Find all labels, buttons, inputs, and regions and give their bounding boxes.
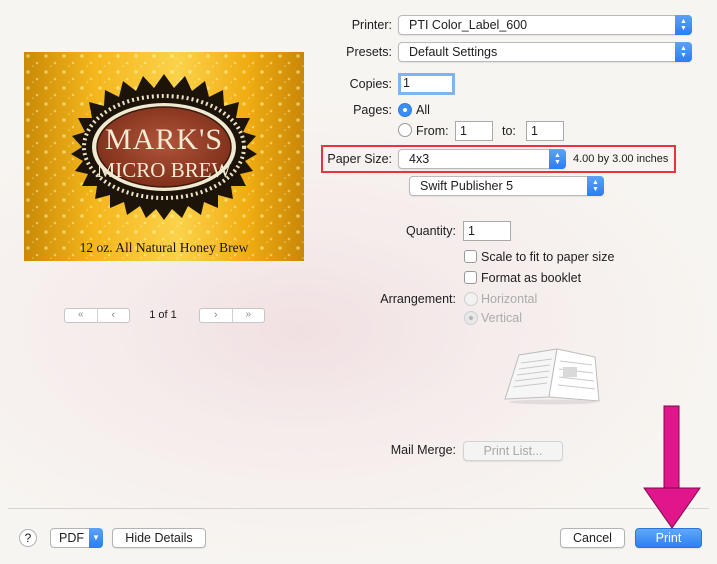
print-button[interactable]: Print (635, 528, 702, 548)
label-preview: MARK'S MICRO BREW 12 oz. All Natural Hon… (24, 52, 304, 261)
mail-merge-label: Mail Merge: (390, 443, 456, 457)
hide-details-button[interactable]: Hide Details (112, 528, 206, 548)
chevron-updown-icon: ▲ ▼ (675, 42, 692, 62)
scale-to-fit-checkbox[interactable] (464, 250, 477, 263)
format-booklet-label: Format as booklet (481, 271, 582, 285)
quantity-label: Quantity: (405, 224, 456, 238)
pages-to-label: to: (502, 124, 516, 138)
beer-label-graphic: MARK'S MICRO BREW 12 oz. All Natural Hon… (24, 52, 304, 261)
pdf-menu-button[interactable]: PDF ▼ (50, 528, 103, 548)
next-page-button[interactable]: › (200, 309, 233, 322)
previous-page-button[interactable]: ‹ (98, 309, 130, 322)
print-list-button[interactable]: Print List... (463, 441, 563, 461)
arrangement-vertical-radio[interactable] (464, 311, 478, 325)
presets-select[interactable]: Default Settings ▲ ▼ (398, 42, 692, 62)
scale-to-fit-label: Scale to fit to paper size (481, 250, 615, 264)
help-button[interactable]: ? (19, 529, 37, 547)
label-title-line1: MARK'S (105, 123, 223, 156)
pages-label: Pages: (353, 103, 392, 117)
printer-select[interactable]: PTI Color_Label_600 ▲ ▼ (398, 15, 692, 35)
cancel-button[interactable]: Cancel (560, 528, 625, 548)
annotation-arrow-icon (640, 404, 704, 530)
pages-from-input[interactable]: 1 (455, 121, 493, 141)
pages-all-label: All (416, 103, 430, 117)
first-page-button[interactable]: « (65, 309, 98, 322)
arrangement-horizontal-label: Horizontal (481, 292, 538, 306)
pages-range-radio[interactable] (398, 123, 412, 137)
chevron-down-icon: ▼ (89, 528, 103, 548)
chevron-updown-icon: ▲ ▼ (675, 15, 692, 35)
printer-label: Printer: (351, 18, 392, 32)
copies-input[interactable]: 1 (398, 73, 455, 95)
label-title-line2: MICRO BREW (97, 158, 232, 182)
copies-label: Copies: (349, 77, 392, 91)
presets-value: Default Settings (409, 45, 498, 59)
preview-nav-left: « ‹ (64, 308, 130, 323)
paper-size-select[interactable]: 4x3 ▲ ▼ (398, 149, 566, 169)
chevron-updown-icon: ▲ ▼ (587, 176, 604, 196)
app-panel-value: Swift Publisher 5 (420, 179, 514, 193)
presets-label: Presets: (346, 45, 392, 59)
pages-from-label: From: (416, 124, 449, 138)
app-panel-select[interactable]: Swift Publisher 5 ▲ ▼ (409, 176, 604, 196)
footer-divider (8, 508, 709, 509)
pages-all-radio[interactable] (398, 103, 412, 117)
printer-value: PTI Color_Label_600 (409, 18, 528, 32)
last-page-button[interactable]: » (233, 309, 265, 322)
preview-nav-right: › » (199, 308, 265, 323)
format-booklet-checkbox[interactable] (464, 271, 477, 284)
arrangement-horizontal-radio[interactable] (464, 292, 478, 306)
page-indicator: 1 of 1 (149, 309, 177, 321)
paper-size-value: 4x3 (409, 152, 430, 166)
quantity-input[interactable]: 1 (463, 221, 511, 241)
paper-size-dimensions: 4.00 by 3.00 inches (573, 153, 669, 165)
arrangement-label: Arrangement: (380, 292, 456, 306)
paper-size-label: Paper Size: (327, 152, 392, 166)
pages-to-input[interactable]: 1 (526, 121, 564, 141)
booklet-icon (497, 343, 607, 405)
pdf-label: PDF (59, 531, 84, 545)
arrangement-vertical-label: Vertical (481, 311, 522, 325)
label-tagline: 12 oz. All Natural Honey Brew (80, 240, 249, 255)
chevron-updown-icon: ▲ ▼ (549, 149, 566, 169)
